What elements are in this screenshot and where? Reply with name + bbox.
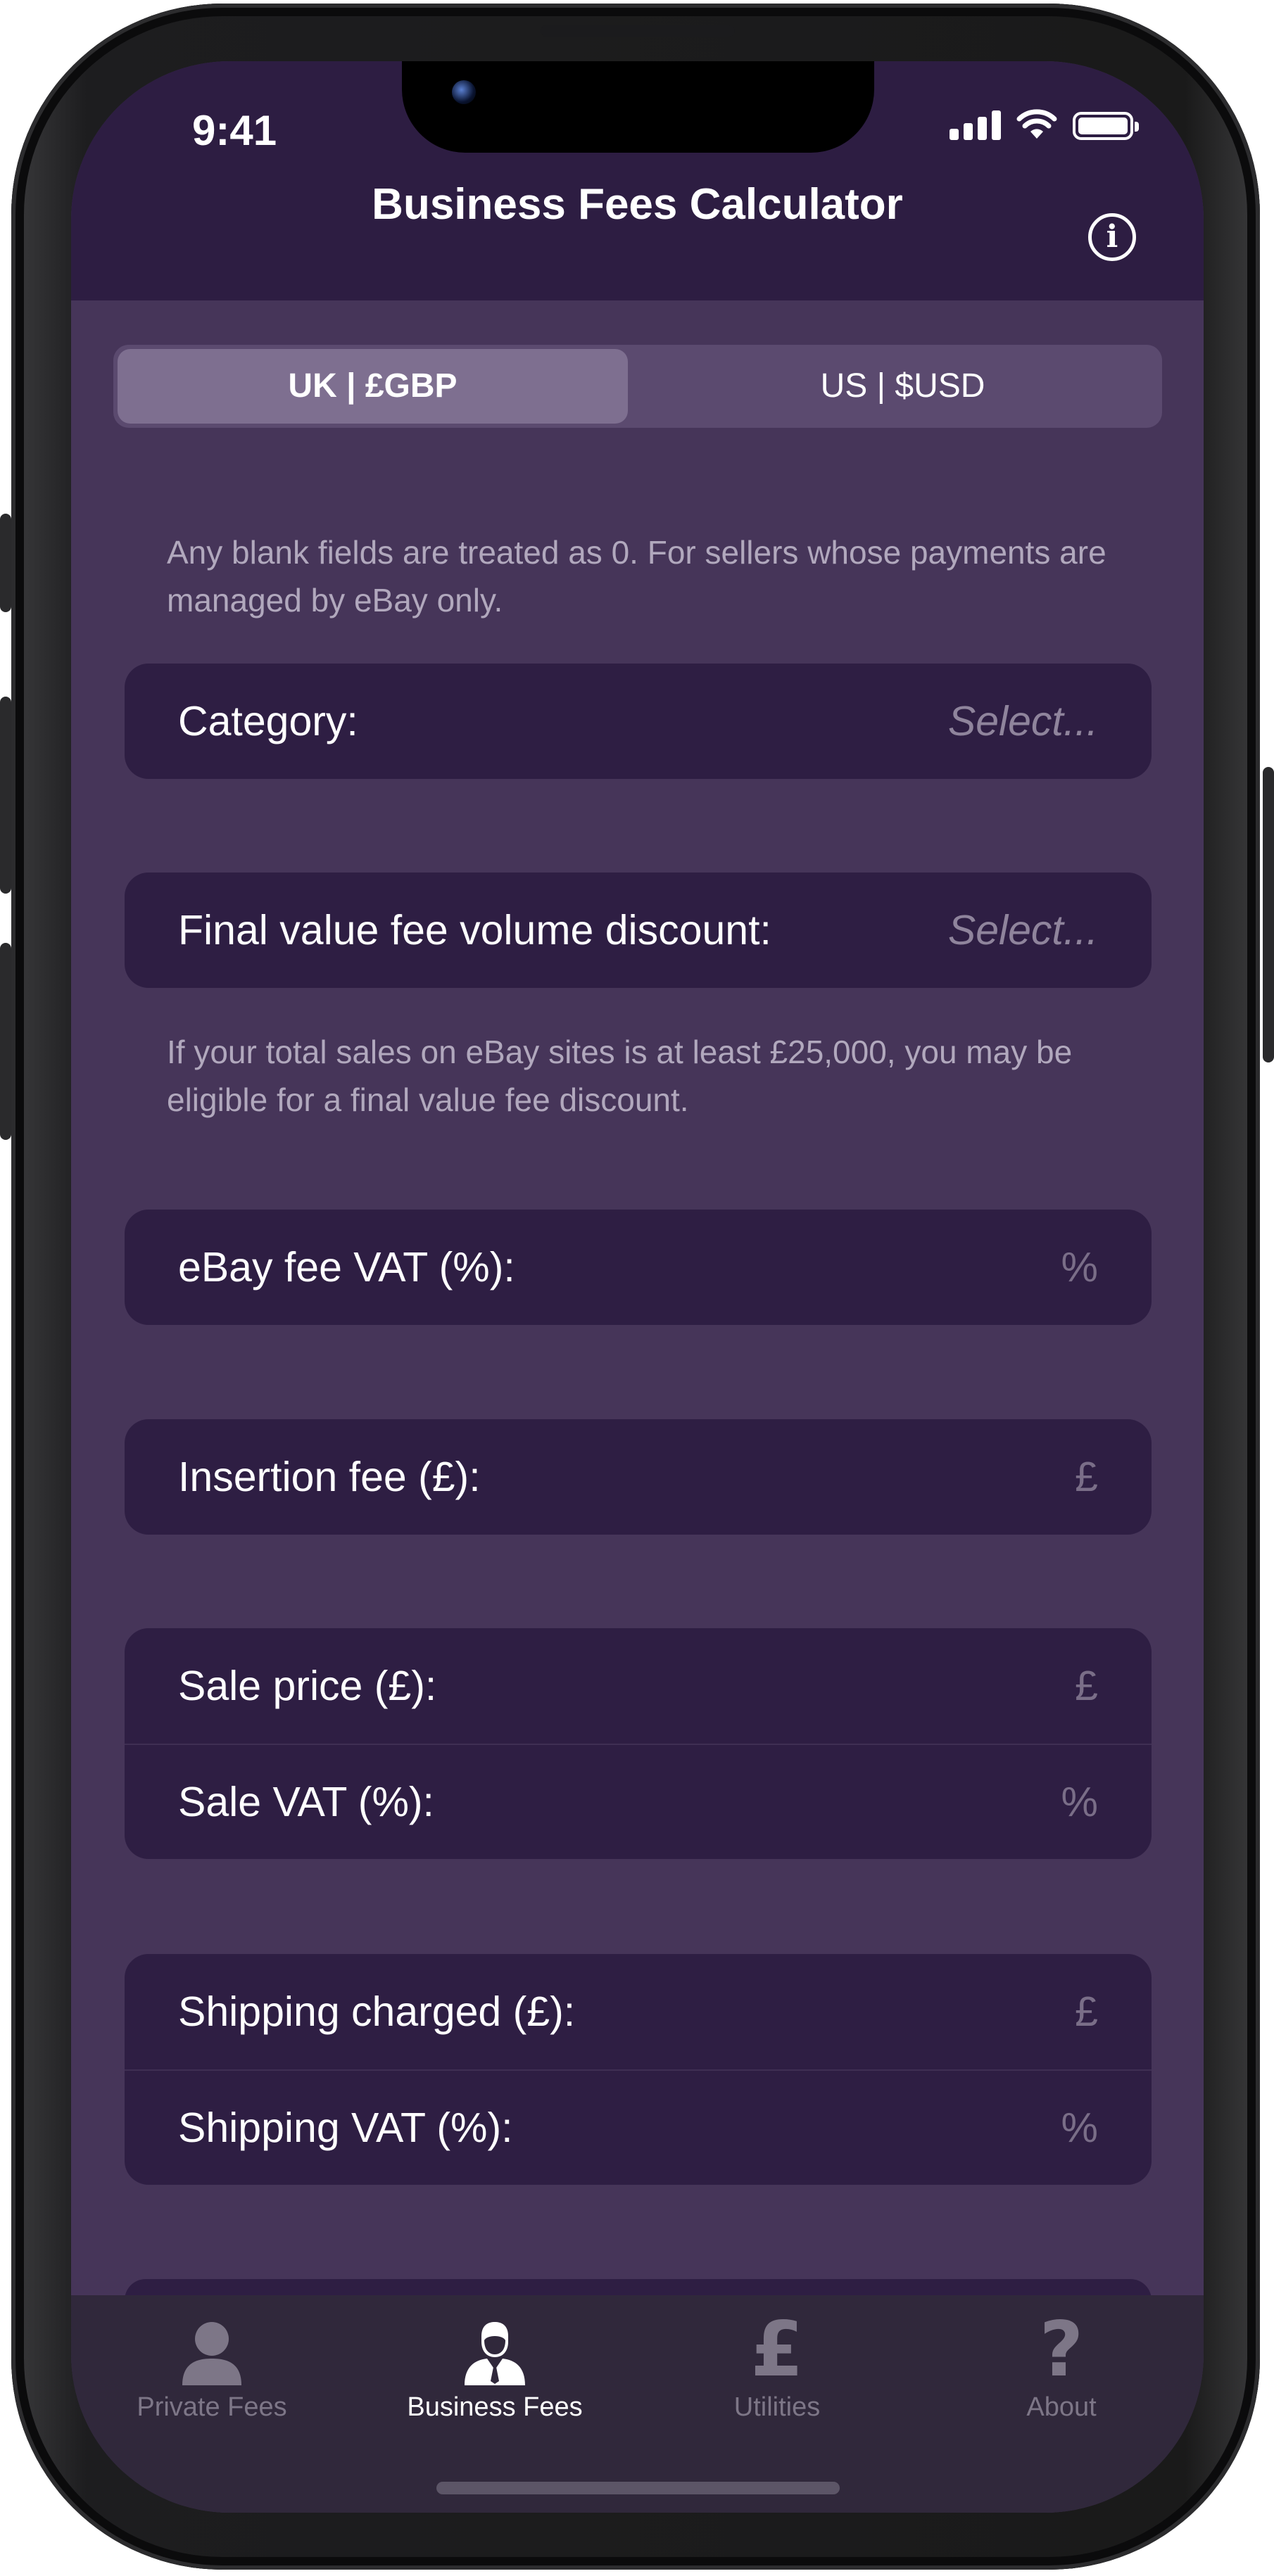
tab-about-label: About [1026,2392,1097,2422]
tab-private-fees-label: Private Fees [137,2392,287,2422]
shipping-charged-row[interactable]: Shipping charged (£): £ [125,1954,1152,2069]
tab-uk-gbp[interactable]: UK | £GBP [118,349,628,424]
sale-card: Sale price (£): £ Sale VAT (%): % [125,1628,1152,1859]
sale-price-input[interactable]: £ [1075,1662,1098,1710]
shipping-vat-input[interactable]: % [1061,2104,1098,2152]
app-screen: 9:41 Business Fees Calculator i UK | £GB… [71,61,1204,2513]
fvf-discount-label: Final value fee volume discount: [178,907,771,953]
shipping-card: Shipping charged (£): £ Shipping VAT (%)… [125,1954,1152,2185]
insertion-fee-input[interactable]: £ [1075,1453,1098,1501]
wifi-icon [1016,109,1057,139]
insertion-fee-card: Insertion fee (£): £ [125,1419,1152,1535]
insertion-fee-row[interactable]: Insertion fee (£): £ [125,1419,1152,1535]
ebay-vat-card: eBay fee VAT (%): % [125,1210,1152,1325]
fvf-discount-row[interactable]: Final value fee volume discount: Select.… [125,873,1152,988]
tab-business-fees[interactable]: Business Fees [354,2308,636,2423]
person-icon [182,2322,241,2385]
blank-fields-note: Any blank fields are treated as 0. For s… [167,534,1106,618]
ebay-vat-row[interactable]: eBay fee VAT (%): % [125,1210,1152,1325]
category-label: Category: [178,698,358,744]
category-select[interactable]: Select... [948,697,1098,745]
volume-up-button [0,697,11,894]
sale-vat-row[interactable]: Sale VAT (%): % [125,1744,1152,1859]
tab-about[interactable]: ? About [921,2308,1202,2423]
fvf-discount-card: Final value fee volume discount: Select.… [125,873,1152,988]
ebay-vat-input[interactable]: % [1061,1243,1098,1291]
tab-private-fees[interactable]: Private Fees [71,2308,353,2423]
category-card: Category: Select... [125,664,1152,779]
businessman-icon [465,2322,525,2385]
shipping-charged-label: Shipping charged (£): [178,1988,576,2035]
fvf-discount-select[interactable]: Select... [948,906,1098,954]
category-row[interactable]: Category: Select... [125,664,1152,779]
battery-icon [1073,112,1139,140]
status-bar: 9:41 [71,61,1204,167]
sale-vat-input[interactable]: % [1061,1778,1098,1826]
home-indicator[interactable] [436,2482,840,2494]
discount-note: If your total sales on eBay sites is at … [167,1034,1073,1118]
sale-price-row[interactable]: Sale price (£): £ [125,1628,1152,1744]
sale-price-label: Sale price (£): [178,1663,437,1709]
sale-vat-label: Sale VAT (%): [178,1779,434,1825]
info-icon[interactable]: i [1088,213,1136,261]
status-time: 9:41 [192,107,277,154]
question-mark-icon: ? [1039,2306,1084,2394]
tab-us-usd[interactable]: US | $USD [648,349,1158,424]
pound-sign-icon: £ [750,2306,804,2394]
earpiece-speaker [541,25,735,37]
currency-segmented-control: UK | £GBP US | $USD [113,345,1162,428]
page-title: Business Fees Calculator [372,180,903,229]
insertion-fee-label: Insertion fee (£): [178,1454,481,1500]
shipping-vat-label: Shipping VAT (%): [178,2105,513,2151]
action-button [0,514,11,612]
tab-utilities[interactable]: £ Utilities [636,2308,918,2423]
tab-utilities-label: Utilities [733,2392,821,2422]
volume-down-button [0,943,11,1140]
shipping-charged-input[interactable]: £ [1075,1988,1098,2036]
power-button [1263,767,1274,1062]
cellular-signal-icon [950,109,1001,140]
tab-business-fees-label: Business Fees [407,2392,583,2422]
shipping-vat-row[interactable]: Shipping VAT (%): % [125,2069,1152,2185]
ebay-vat-label: eBay fee VAT (%): [178,1244,515,1290]
